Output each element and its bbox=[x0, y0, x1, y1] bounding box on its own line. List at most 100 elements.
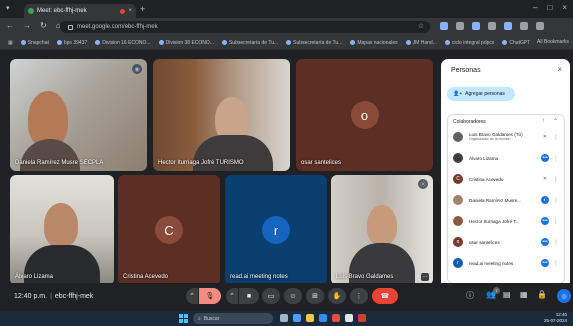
bookmark-item[interactable]: bps 39437 bbox=[56, 40, 87, 46]
chat-icon[interactable]: ▤ bbox=[503, 290, 511, 299]
reload-icon[interactable]: ↻ bbox=[40, 21, 47, 30]
people-button[interactable]: 👥 7 bbox=[486, 287, 500, 299]
mic-on-icon[interactable]: ••• bbox=[541, 259, 549, 267]
extension-icon[interactable] bbox=[504, 22, 512, 30]
edge-icon[interactable] bbox=[293, 314, 301, 322]
video-tile[interactable]: ✕ ⋯ Luis Bravo Galdames bbox=[331, 175, 433, 285]
apps-icon[interactable]: ▦ bbox=[8, 40, 13, 46]
video-tile[interactable]: Hector Iturriaga Jofré TURISMO bbox=[153, 59, 290, 171]
audio-options-button[interactable]: ⌃ bbox=[186, 288, 198, 304]
more-options-icon[interactable]: ⋮ bbox=[553, 260, 559, 267]
participant-row-name: Luis Bravo Galdames (Tú) Organizador de l… bbox=[469, 132, 523, 141]
read-ai-icon[interactable]: ◎ bbox=[557, 289, 571, 303]
extension-icon[interactable] bbox=[472, 22, 480, 30]
participant-row[interactable]: Hector Iturriaga Jofré T... ••• ⋮ bbox=[453, 213, 561, 229]
more-options-button[interactable]: ⋮ bbox=[350, 288, 368, 304]
video-tile[interactable]: r read.ai meeting notes bbox=[225, 175, 327, 285]
bookmark-star-icon[interactable]: ☆ bbox=[418, 22, 424, 30]
raise-hand-button[interactable]: ✋ bbox=[328, 288, 346, 304]
leave-call-button[interactable]: ☎ bbox=[372, 288, 398, 304]
bookmark-favicon-icon bbox=[221, 40, 227, 45]
captions-button[interactable]: ▭ bbox=[262, 288, 280, 304]
more-options-icon[interactable]: ⋮ bbox=[553, 134, 559, 141]
mic-on-icon[interactable]: ••• bbox=[541, 217, 549, 225]
back-icon[interactable]: ← bbox=[6, 21, 14, 30]
collapse-icon[interactable]: ⌃ bbox=[553, 118, 558, 125]
bookmark-item[interactable]: ChatGPT bbox=[502, 40, 530, 46]
bookmark-favicon-icon bbox=[502, 40, 508, 45]
outlook-icon[interactable] bbox=[319, 314, 327, 322]
minimize-button[interactable]: – bbox=[533, 3, 537, 12]
video-tile[interactable]: Álvaro Lizama bbox=[10, 175, 114, 285]
mic-off-icon[interactable]: ✕ bbox=[541, 133, 549, 141]
activities-icon[interactable]: ▦ bbox=[520, 290, 528, 299]
extension-icon[interactable] bbox=[456, 22, 464, 30]
more-options-icon[interactable]: ⋮ bbox=[553, 155, 559, 162]
participant-row[interactable]: Luis Bravo Galdames (Tú) Organizador de l… bbox=[453, 129, 561, 145]
participant-video bbox=[20, 139, 80, 171]
bookmark-item[interactable]: Division 16 ECONO... bbox=[95, 40, 151, 46]
acrobat-icon[interactable] bbox=[358, 314, 366, 322]
all-bookmarks-button[interactable]: All Bookmarks bbox=[537, 39, 569, 45]
participant-row[interactable]: r read.ai meeting notes ••• ⋮ bbox=[453, 255, 561, 271]
bookmark-item[interactable]: Mapas nacionales bbox=[350, 40, 398, 46]
forward-icon[interactable]: → bbox=[23, 21, 31, 30]
camera-toggle-button[interactable]: ■ bbox=[239, 288, 259, 304]
host-controls-icon[interactable]: 🔒 bbox=[537, 290, 547, 299]
add-people-button[interactable]: 👤+ Agregar personas bbox=[447, 87, 515, 101]
participant-row[interactable]: o osar santelices ••• ⋮ bbox=[453, 234, 561, 250]
maximize-button[interactable]: □ bbox=[547, 3, 552, 12]
url-field[interactable]: meet.google.com/ebc-ffhj-mek ☆ bbox=[60, 21, 430, 33]
meeting-details-icon[interactable]: ⓘ bbox=[466, 290, 474, 301]
close-window-button[interactable]: × bbox=[562, 3, 567, 12]
system-clock[interactable]: 12:40 25-07-2024 bbox=[544, 312, 567, 324]
more-options-icon[interactable]: ⋮ bbox=[553, 218, 559, 225]
separator: | bbox=[50, 293, 52, 300]
bookmark-item[interactable]: Subsecretaría de Tu... bbox=[286, 40, 342, 46]
bookmark-item[interactable]: Division 38 ECONO... bbox=[158, 40, 214, 46]
profile-icon[interactable] bbox=[520, 22, 528, 30]
file-explorer-icon[interactable] bbox=[306, 314, 314, 322]
menu-icon[interactable] bbox=[536, 22, 544, 30]
extension-icon[interactable] bbox=[488, 22, 496, 30]
bookmark-item[interactable]: JM Hand... bbox=[405, 40, 437, 46]
present-button[interactable]: ⊞ bbox=[306, 288, 324, 304]
video-tile[interactable]: ◉ Daniela Ramírez Musre SECPLA bbox=[10, 59, 147, 171]
windows-start-icon[interactable] bbox=[179, 314, 188, 323]
panel-close-icon[interactable]: × bbox=[557, 65, 562, 74]
bookmark-item[interactable]: Snapchat bbox=[20, 40, 49, 46]
participant-row-name: read.ai meeting notes bbox=[469, 260, 514, 266]
chrome-icon[interactable] bbox=[332, 314, 340, 322]
participant-row[interactable]: Álvaro Lizama ••• ⋮ bbox=[453, 150, 561, 166]
extension-icons bbox=[440, 22, 544, 30]
tab-search-icon[interactable]: ▾ bbox=[6, 4, 10, 12]
speaking-icon[interactable]: ◐ bbox=[541, 196, 549, 204]
taskbar-search[interactable]: ⌕ Buscar bbox=[193, 313, 273, 324]
bookmark-item[interactable]: Subsecretaría de Tu... bbox=[221, 40, 278, 46]
video-tile[interactable]: C Cristina Acevedo bbox=[118, 175, 220, 285]
tab-meet[interactable]: Meet: ebc-ffhj-mek × bbox=[24, 4, 136, 18]
participant-name: Álvaro Lizama bbox=[15, 274, 54, 280]
new-tab-button[interactable]: + bbox=[140, 4, 145, 14]
bookmarks-bar: ▦ Snapchat bps 39437 Division 16 ECONO..… bbox=[0, 36, 573, 50]
bookmark-item[interactable]: ciclo integral pdpcs bbox=[444, 40, 494, 46]
tab-close-icon[interactable]: × bbox=[128, 8, 132, 14]
more-options-icon[interactable]: ⋮ bbox=[553, 197, 559, 204]
mic-on-icon[interactable]: ••• bbox=[541, 154, 549, 162]
more-options-icon[interactable]: ⋮ bbox=[553, 176, 559, 183]
extension-icon[interactable] bbox=[440, 22, 448, 30]
more-options-icon[interactable]: ⋮ bbox=[553, 239, 559, 246]
video-options-button[interactable]: ⌃ bbox=[226, 288, 238, 304]
task-view-icon[interactable] bbox=[280, 314, 288, 322]
mic-toggle-button[interactable]: 🎙 bbox=[199, 288, 221, 304]
emoji-button[interactable]: ☺ bbox=[284, 288, 302, 304]
site-info-icon[interactable] bbox=[68, 24, 73, 30]
mic-on-icon[interactable]: ••• bbox=[541, 238, 549, 246]
participant-row[interactable]: C Cristina Acevedo ✕ ⋮ bbox=[453, 171, 561, 187]
tile-options-icon[interactable]: ⋯ bbox=[421, 273, 429, 281]
participant-row[interactable]: Daniela Ramírez Musre... ◐ ⋮ bbox=[453, 192, 561, 208]
video-tile[interactable]: o osar santelices bbox=[296, 59, 433, 171]
lower-hands-icon[interactable]: ↑ bbox=[542, 118, 545, 125]
mic-off-icon[interactable]: ✕ bbox=[541, 175, 549, 183]
app-icon[interactable] bbox=[345, 314, 353, 322]
